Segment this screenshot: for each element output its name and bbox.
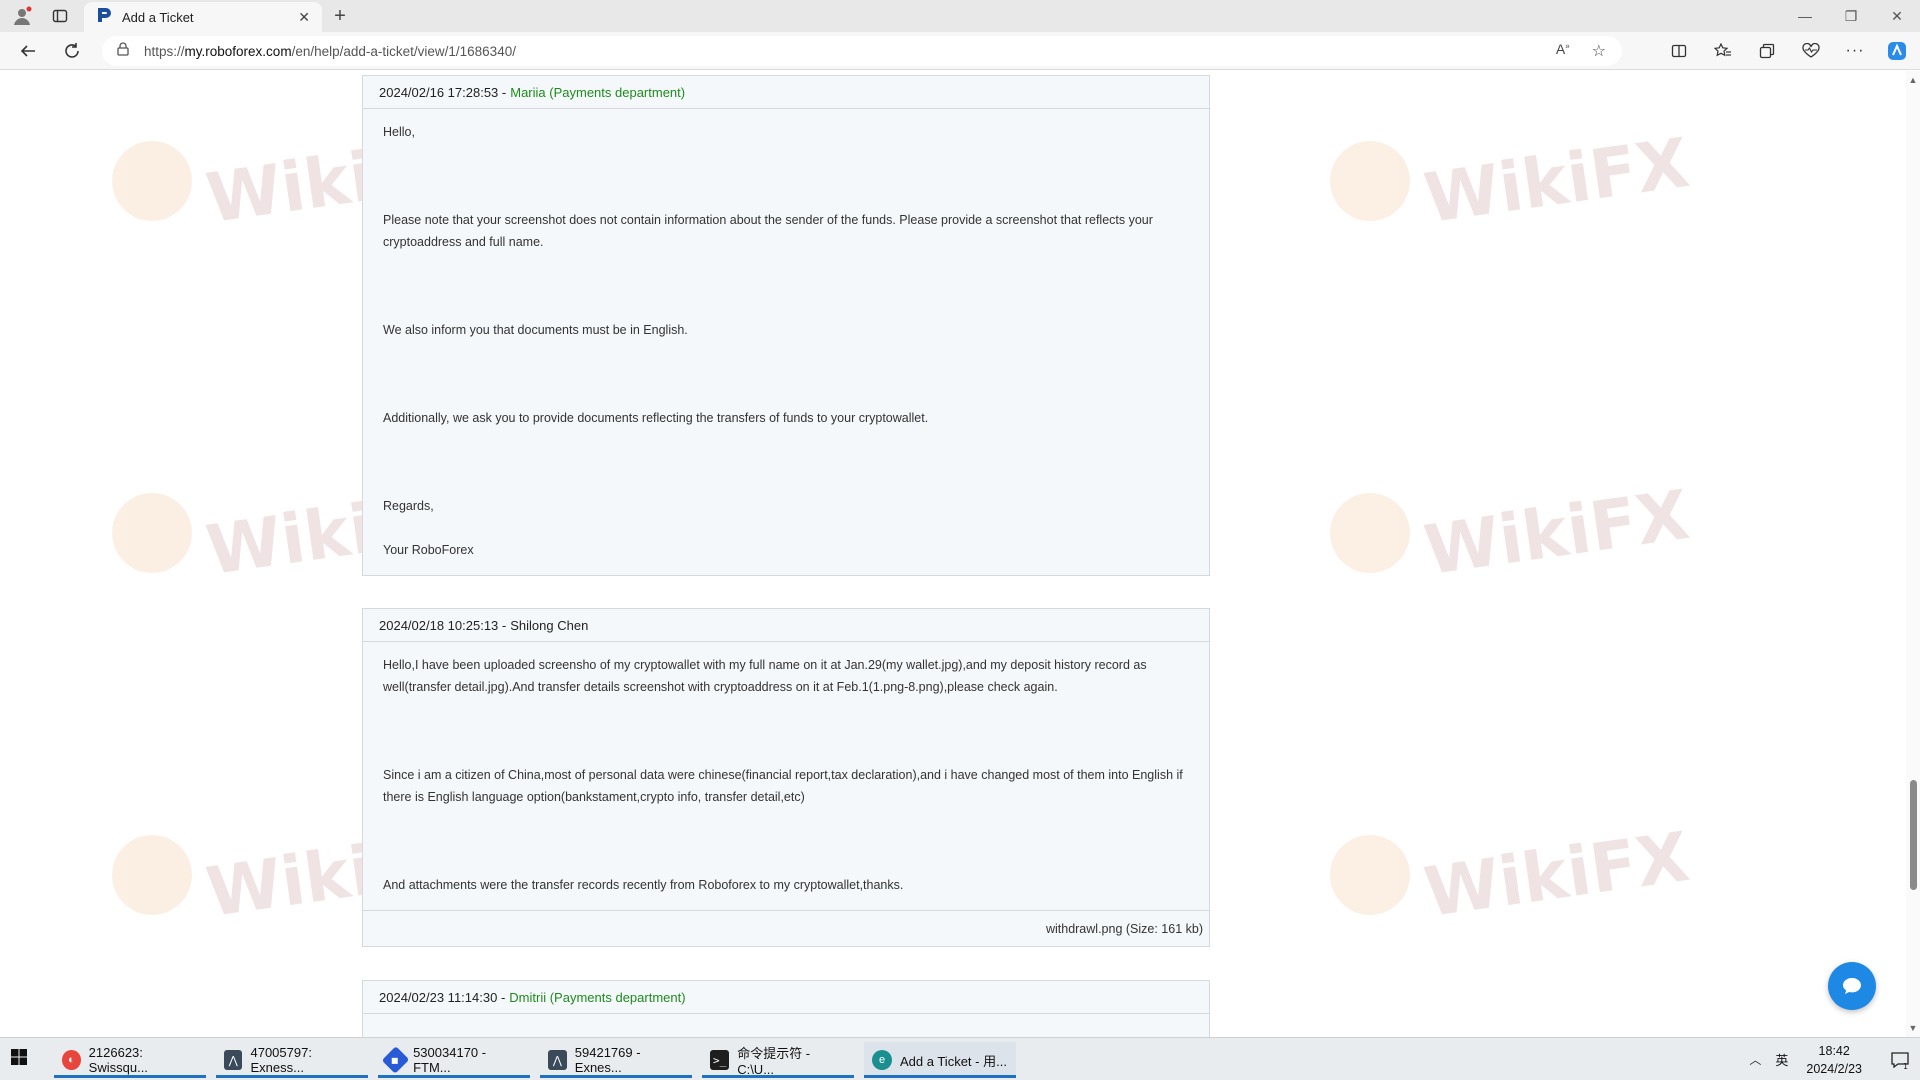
star-icon[interactable]: ☆ <box>1592 41 1606 61</box>
taskbar-item-edge[interactable]: e Add a Ticket - 用... <box>864 1042 1016 1078</box>
message-paragraph: And attachments were the transfer record… <box>383 878 904 892</box>
browser-toolbar: https://my.roboforex.com/en/help/add-a-t… <box>0 32 1920 70</box>
message-author: Mariia (Payments department) <box>510 84 686 100</box>
metatrader-icon: ⋀ <box>224 1050 243 1070</box>
back-arrow-icon[interactable] <box>14 37 42 65</box>
clock[interactable]: 18:42 2024/2/23 <box>1806 1042 1862 1078</box>
close-window-button[interactable]: ✕ <box>1874 0 1920 32</box>
swissquote-icon: ◐ <box>62 1050 81 1070</box>
message-author: Shilong Chen <box>510 617 589 633</box>
separator: - <box>500 989 506 1005</box>
roboforex-logo-icon <box>96 7 112 28</box>
taskbar-item-label: 47005797: Exness... <box>250 1045 312 1075</box>
taskbar-item-ftmo[interactable]: ◆ 530034170 - FTM... <box>378 1042 530 1078</box>
message-paragraph: We also inform you that documents must b… <box>383 323 688 337</box>
message-paragraph: Hello, <box>383 125 415 139</box>
copilot-icon[interactable] <box>1884 38 1910 64</box>
watermark: WikiFX <box>1330 817 1694 933</box>
message-timestamp: 2024/02/18 10:25:13 <box>379 617 499 633</box>
more-icon[interactable]: ··· <box>1842 38 1868 64</box>
favorites-icon[interactable] <box>1710 38 1736 64</box>
message-timestamp: 2024/02/16 17:28:53 <box>379 84 499 100</box>
browser-tab-bar: Add a Ticket ✕ + — ❐ ✕ <box>0 0 1920 32</box>
tab-title: Add a Ticket <box>122 9 194 25</box>
refresh-icon[interactable] <box>58 37 86 65</box>
profile-icon[interactable] <box>8 4 36 28</box>
ticket-message: 2024/02/18 10:25:13 - Shilong Chen Hello… <box>362 608 1210 947</box>
metatrader-icon: ⋀ <box>548 1050 567 1070</box>
message-paragraph: Since i am a citizen of China,most of pe… <box>383 768 1183 804</box>
plus-icon[interactable]: + <box>326 4 354 28</box>
taskbar-item-label: 2126623: Swissqu... <box>88 1045 148 1075</box>
chevron-up-icon[interactable]: ︿ <box>1749 1051 1761 1068</box>
scroll-down-arrow[interactable]: ▼ <box>1908 1023 1918 1033</box>
watermark: WikiFX <box>1330 475 1694 591</box>
ticket-message: 2024/02/16 17:28:53 - Mariia (Payments d… <box>362 75 1210 576</box>
chat-bubble-icon[interactable] <box>1828 962 1876 1010</box>
split-screen-icon[interactable] <box>1666 38 1692 64</box>
scrollbar-thumb[interactable] <box>1910 780 1917 890</box>
message-author: Dmitrii (Payments department) <box>509 989 686 1005</box>
performance-icon[interactable] <box>1798 38 1824 64</box>
clock-date: 2024/2/23 <box>1806 1061 1862 1076</box>
attachment-link[interactable]: withdrawl.png (Size: 161 kb) <box>1046 922 1203 936</box>
watermark: WikiFX <box>1330 123 1694 239</box>
cmd-icon: >_ <box>710 1050 730 1070</box>
message-paragraph: Additionally, we ask you to provide docu… <box>383 411 929 425</box>
message-header: 2024/02/23 11:14:30 - Dmitrii (Payments … <box>363 981 1209 1014</box>
taskbar-item-label: Add a Ticket - 用... <box>900 1053 1007 1069</box>
message-paragraph: Hello,I have been uploaded screensho of … <box>383 658 1147 694</box>
read-aloud-icon[interactable]: A» <box>1556 41 1570 61</box>
ftmo-icon: ◆ <box>381 1046 410 1074</box>
collections-icon[interactable] <box>1754 38 1780 64</box>
windows-taskbar: ◐ 2126623: Swissqu... ⋀ 47005797: Exness… <box>0 1037 1920 1080</box>
attachment-row: withdrawl.png (Size: 161 kb) <box>363 910 1209 946</box>
system-tray: ︿ 英 18:42 2024/2/23 1 <box>1749 1038 1920 1080</box>
separator: - <box>501 617 507 633</box>
taskbar-item-label: 命令提示符 - C:\U... <box>737 1046 811 1077</box>
taskbar-item-exness[interactable]: ⋀ 47005797: Exness... <box>216 1042 368 1078</box>
lock-icon[interactable] <box>116 41 130 61</box>
taskbar-item-label: 530034170 - FTM... <box>413 1045 487 1075</box>
taskbar-item-swissquote[interactable]: ◐ 2126623: Swissqu... <box>54 1042 206 1078</box>
url-text[interactable]: https://my.roboforex.com/en/help/add-a-t… <box>144 44 516 59</box>
message-timestamp: 2024/02/23 11:14:30 <box>379 989 498 1005</box>
minimize-button[interactable]: — <box>1782 0 1828 32</box>
windows-start-icon[interactable] <box>10 1048 34 1072</box>
clock-time: 18:42 <box>1818 1043 1850 1058</box>
ticket-message: 2024/02/23 11:14:30 - Dmitrii (Payments … <box>362 980 1210 1037</box>
page-scrollbar[interactable]: ▲ ▼ <box>1906 71 1920 1037</box>
message-header: 2024/02/18 10:25:13 - Shilong Chen <box>363 609 1209 642</box>
separator: - <box>501 84 507 100</box>
tab-add-a-ticket[interactable]: Add a Ticket ✕ <box>84 2 322 32</box>
message-paragraph: Regards, <box>383 499 434 513</box>
message-paragraph: Please note that your screenshot does no… <box>383 213 1153 249</box>
message-body: Hello,I have been uploaded screensho of … <box>363 642 1209 910</box>
taskbar-item-exness-2[interactable]: ⋀ 59421769 - Exnes... <box>540 1042 692 1078</box>
address-bar[interactable]: https://my.roboforex.com/en/help/add-a-t… <box>102 36 1622 66</box>
scroll-up-arrow[interactable]: ▲ <box>1908 75 1918 85</box>
edge-icon: e <box>872 1050 892 1070</box>
tab-actions-icon[interactable] <box>46 4 74 28</box>
page-content: WikiFX WikiFX WikiFX WikiFX WikiFX WikiF… <box>0 71 1920 1037</box>
message-paragraph: Your RoboForex <box>383 543 474 557</box>
message-body: Hello, Please note that your screenshot … <box>363 109 1209 575</box>
restore-button[interactable]: ❐ <box>1828 0 1874 32</box>
close-icon[interactable]: ✕ <box>298 9 310 26</box>
taskbar-item-label: 59421769 - Exnes... <box>574 1045 641 1075</box>
notification-count: 1 <box>1903 1062 1908 1070</box>
message-header: 2024/02/16 17:28:53 - Mariia (Payments d… <box>363 76 1209 109</box>
input-method-indicator[interactable]: 英 <box>1775 1050 1788 1069</box>
taskbar-item-cmd[interactable]: >_ 命令提示符 - C:\U... <box>702 1042 854 1078</box>
notification-icon[interactable]: 1 <box>1880 1038 1920 1080</box>
